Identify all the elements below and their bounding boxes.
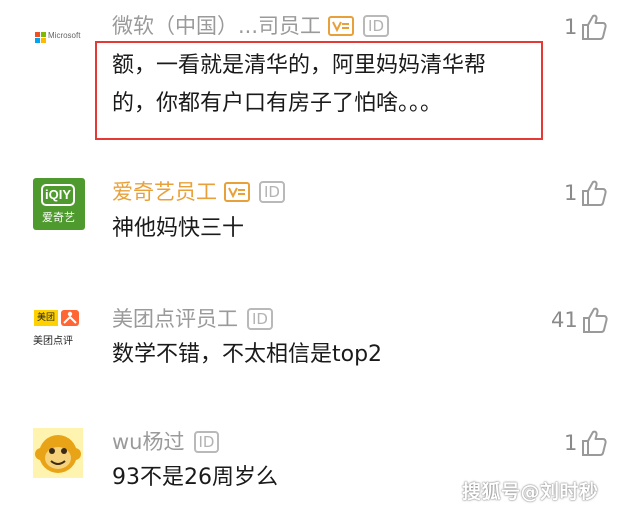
comment-text-line: 93不是26周岁么	[112, 465, 278, 490]
avatar[interactable]: Microsoft	[33, 22, 87, 52]
verified-badge-icon	[328, 16, 355, 36]
like-button[interactable]: 1	[564, 429, 607, 457]
id-badge: ID	[193, 431, 220, 453]
comment-text-line: 神他妈快三十	[112, 216, 245, 241]
comment-list: Microsoft 微软（中国）...司员工 ID 1 额，一看就是清华的，阿里…	[0, 0, 641, 518]
like-count: 1	[564, 181, 578, 205]
comment-text-line: 数学不错，不太相信是top2	[112, 342, 383, 367]
highlight-annotation-box	[95, 41, 543, 140]
like-button[interactable]: 1	[564, 13, 607, 41]
watermark: 搜狐号@刘时秒	[462, 481, 599, 503]
avatar[interactable]: 美团 美团点评	[33, 308, 87, 350]
like-button[interactable]: 41	[551, 306, 608, 334]
id-badge: ID	[247, 308, 273, 330]
avatar[interactable]: iQIY 爱奇艺	[33, 178, 85, 230]
avatar[interactable]	[33, 428, 83, 478]
author-row: wu杨过 ID	[112, 428, 220, 456]
meituan-logo-icon: 美团	[34, 310, 58, 326]
monkey-avatar-icon	[35, 435, 81, 473]
author-name[interactable]: 美团点评员工	[112, 305, 238, 333]
author-row: 爱奇艺员工 ID	[112, 178, 285, 206]
like-count: 1	[564, 15, 578, 39]
comment-text: 数学不错，不太相信是top2	[112, 337, 382, 373]
author-name[interactable]: wu杨过	[112, 428, 185, 456]
comment-text: 神他妈快三十	[112, 211, 244, 247]
like-count: 41	[551, 308, 578, 332]
author-name[interactable]: 爱奇艺员工	[112, 178, 217, 206]
verified-badge-icon	[224, 182, 250, 202]
iqiyi-logo-icon: iQIY	[41, 184, 75, 206]
dianping-logo-icon	[61, 310, 79, 326]
thumbs-up-icon	[582, 430, 607, 456]
avatar-label: Microsoft	[48, 31, 81, 40]
avatar-label: 爱奇艺	[42, 211, 75, 224]
id-badge: ID	[363, 15, 390, 37]
id-badge: ID	[259, 181, 285, 203]
thumbs-up-icon	[582, 180, 607, 206]
comment-text: 93不是26周岁么	[112, 460, 278, 496]
thumbs-up-icon	[582, 307, 608, 333]
like-button[interactable]: 1	[564, 179, 607, 207]
author-row: 美团点评员工 ID	[112, 305, 273, 333]
author-row: 微软（中国）...司员工 ID	[112, 12, 390, 40]
avatar-label: 美团点评	[33, 336, 73, 347]
avatar-label-top: 美团	[36, 313, 55, 323]
author-name[interactable]: 微软（中国）...司员工	[112, 12, 321, 40]
thumbs-up-icon	[582, 14, 607, 40]
like-count: 1	[564, 431, 578, 455]
